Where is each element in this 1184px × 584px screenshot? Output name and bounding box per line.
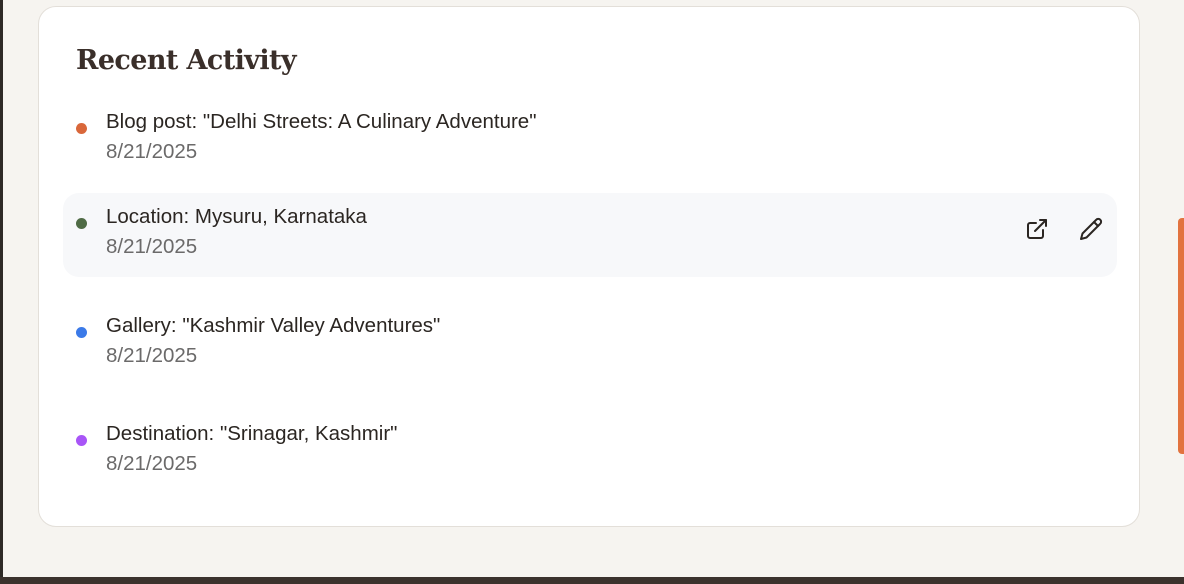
- external-link-icon-glyph: [1027, 219, 1047, 239]
- activity-item-gallery[interactable]: Gallery: "Kashmir Valley Adventures" 8/2…: [63, 306, 1117, 390]
- activity-date: 8/21/2025: [106, 344, 198, 367]
- activity-date: 8/21/2025: [106, 140, 198, 163]
- activity-title: Destination: "Srinagar, Kashmir": [106, 422, 398, 445]
- activity-dot: [76, 435, 87, 446]
- activity-dot: [76, 327, 87, 338]
- recent-activity-card: Recent Activity Blog post: "Delhi Street…: [38, 6, 1140, 527]
- pencil-icon-glyph: [1080, 217, 1103, 240]
- activity-item-destination[interactable]: Destination: "Srinagar, Kashmir" 8/21/20…: [63, 414, 1117, 498]
- external-link-icon[interactable]: [1023, 215, 1051, 243]
- activity-actions: [997, 215, 1117, 245]
- activity-date: 8/21/2025: [106, 452, 198, 475]
- card-title: Recent Activity: [76, 45, 297, 76]
- activity-title: Location: Mysuru, Karnataka: [106, 205, 367, 228]
- activity-title: Gallery: "Kashmir Valley Adventures": [106, 314, 441, 337]
- pencil-icon[interactable]: [1077, 215, 1105, 243]
- left-edge-divider: [0, 0, 3, 584]
- activity-title: Blog post: "Delhi Streets: A Culinary Ad…: [106, 110, 537, 133]
- activity-dot: [76, 123, 87, 134]
- activity-date: 8/21/2025: [106, 235, 198, 258]
- side-panel-tab[interactable]: [1178, 218, 1184, 454]
- footer-bar: [0, 577, 1184, 584]
- activity-dot: [76, 218, 87, 229]
- activity-item-blog-post[interactable]: Blog post: "Delhi Streets: A Culinary Ad…: [63, 102, 1117, 186]
- activity-item-location[interactable]: Location: Mysuru, Karnataka 8/21/2025: [63, 193, 1117, 277]
